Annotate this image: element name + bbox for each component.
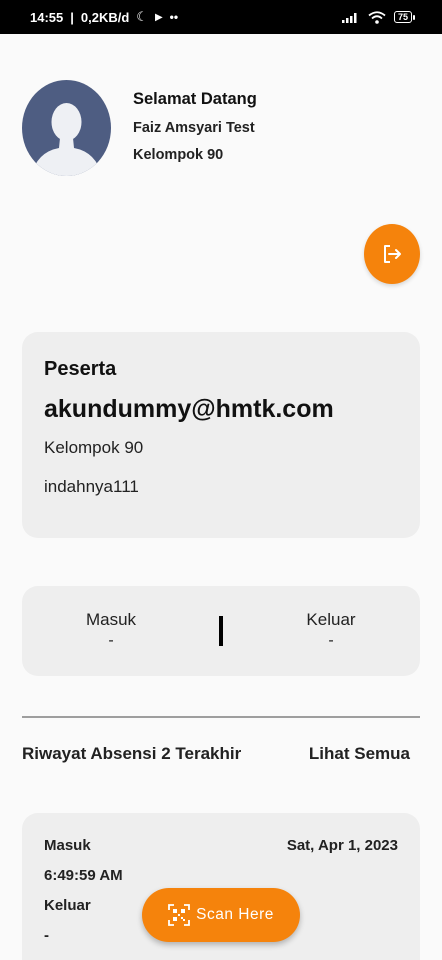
user-silhouette-icon [31, 103, 102, 176]
section-divider [22, 716, 420, 718]
scan-button[interactable]: Scan Here [142, 888, 300, 942]
app-screen: 14:55 | 0,2KB/d ☾ ▶ •• 75 Selamat Datang… [0, 0, 442, 960]
user-group: Kelompok 90 [133, 147, 224, 163]
participant-card: Peserta akundummy@hmtk.com Kelompok 90 i… [22, 332, 420, 538]
participant-group: Kelompok 90 [44, 438, 144, 457]
history-in-label: Masuk [44, 837, 91, 854]
participant-role: Peserta [44, 358, 117, 380]
greeting-title: Selamat Datang [133, 90, 257, 108]
see-all-link[interactable]: Lihat Semua [309, 744, 410, 764]
more-icon: •• [169, 10, 179, 24]
participant-email: akundummy@hmtk.com [44, 395, 334, 423]
logout-icon [384, 245, 401, 263]
wifi-icon [368, 10, 386, 24]
participant-username: indahnya111 [44, 477, 139, 496]
history-title: Riwayat Absensi 2 Terakhir [22, 744, 242, 763]
network-speed: 0,2KB/d [80, 9, 130, 25]
attendance-card: Masuk - Keluar - [22, 586, 420, 676]
greeting-block: Selamat Datang Faiz Amsyari Test Kelompo… [133, 90, 257, 163]
history-in-time: 6:49:59 AM [44, 867, 123, 884]
qr-scan-icon [168, 904, 191, 926]
logout-button[interactable] [364, 224, 420, 284]
history-date: Sat, Apr 1, 2023 [286, 837, 398, 854]
attendance-divider [219, 616, 223, 646]
moon-icon: ☾ [136, 9, 148, 24]
attendance-in-label: Masuk [85, 610, 137, 629]
avatar [22, 80, 111, 176]
status-time: 14:55 [30, 9, 64, 25]
scan-button-label: Scan Here [196, 906, 274, 923]
attendance-out: Keluar - [261, 610, 401, 650]
attendance-in: Masuk - [41, 610, 181, 650]
play-icon: ▶ [154, 11, 163, 23]
attendance-in-value: - [108, 632, 114, 649]
user-name: Faiz Amsyari Test [133, 120, 255, 136]
attendance-out-value: - [328, 632, 334, 649]
status-bar: 14:55 | 0,2KB/d ☾ ▶ •• 75 [0, 0, 442, 34]
signal-icon [341, 13, 357, 23]
battery-icon: 75 [393, 11, 416, 23]
attendance-out-label: Keluar [306, 610, 356, 629]
